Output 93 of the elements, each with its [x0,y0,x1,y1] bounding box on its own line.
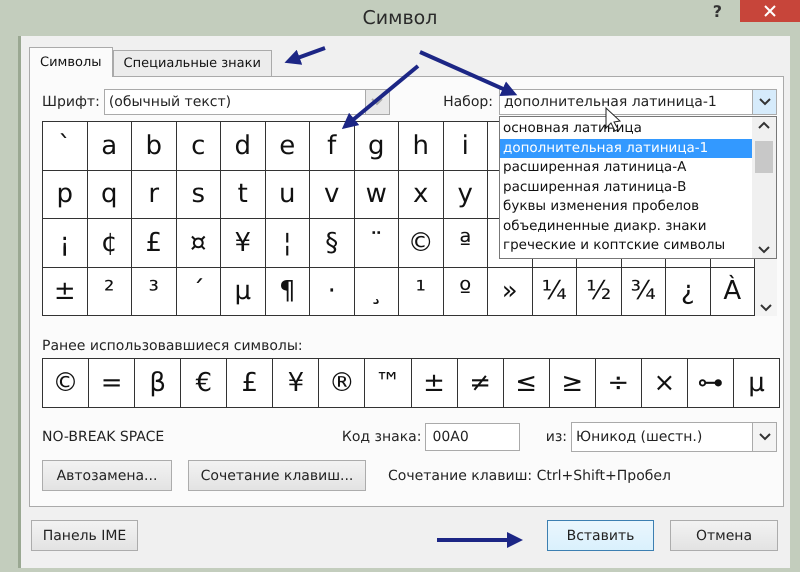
cancel-button[interactable]: Отмена [670,520,778,551]
symbol-cell[interactable]: ® [319,359,366,407]
tab[interactable]: Символы [29,47,113,77]
symbol-cell[interactable]: § [310,219,354,268]
help-button[interactable]: ? [712,2,722,21]
symbol-cell[interactable]: w [354,170,399,219]
from-combo[interactable]: Юникод (шестн.) [571,422,777,452]
symbol-cell[interactable]: ⊶ [688,359,734,407]
symbol-cell[interactable]: a [88,122,132,170]
symbol-cell[interactable]: ª [444,219,488,268]
symbol-cell[interactable]: © [43,359,90,407]
dropdown-button[interactable] [752,90,776,114]
symbol-cell[interactable]: ± [412,359,458,407]
symbol-cell[interactable]: £ [132,219,176,268]
list-option[interactable]: расширенная латиница-B [500,178,752,197]
tab[interactable]: Специальные знаки [112,50,272,76]
symbol-cell[interactable]: ÷ [596,359,642,407]
symbol-cell[interactable]: β [135,359,182,407]
shortcut-text: Сочетание клавиш: Ctrl+Shift+Пробел [388,468,671,484]
symbol-cell[interactable]: d [221,122,266,170]
symbol-cell[interactable]: ¼ [532,268,577,316]
symbol-cell[interactable]: ≥ [550,359,596,407]
shortcut-button[interactable]: Сочетание клавиш... [188,460,366,491]
symbol-cell[interactable]: ± [43,268,88,316]
window-title: Символ [362,7,438,29]
symbol-cell[interactable]: ≠ [458,359,504,407]
from-label: из: [546,429,567,445]
symbol-cell[interactable]: i [444,122,488,170]
symbol-cell[interactable]: ² [88,268,132,316]
symbol-cell[interactable]: ™ [365,359,412,407]
annotation-arrow [284,46,326,65]
list-option[interactable]: расширенная латиница-A [500,158,752,178]
symbol-cell[interactable]: ´ [176,268,221,316]
symbol-cell[interactable]: » [488,268,532,316]
close-icon [764,5,776,17]
font-combo[interactable]: (обычный текст) [104,89,390,115]
symbol-cell[interactable]: ½ [577,268,622,316]
symbol-cell[interactable]: q [88,170,132,219]
autocorrect-button[interactable]: Автозамена... [42,460,172,491]
ime-button[interactable]: Панель IME [31,520,138,551]
symbol-cell[interactable]: h [399,122,444,170]
symbol-cell[interactable]: ¤ [176,219,221,268]
symbol-cell[interactable]: ` [43,122,88,170]
symbol-cell[interactable]: € [181,359,228,407]
symbol-cell[interactable]: p [43,170,88,219]
symbol-cell[interactable]: · [310,268,354,316]
symbol-cell[interactable]: ¢ [88,219,132,268]
symbol-cell[interactable]: r [132,170,176,219]
chevron-up-icon [758,121,770,129]
symbol-cell[interactable]: ¿ [666,268,710,316]
symbol-cell[interactable]: À [710,268,755,316]
symbol-cell[interactable]: y [444,170,488,219]
symbol-cell[interactable]: g [354,122,399,170]
code-label: Код знака: [342,429,422,445]
close-button[interactable] [740,0,800,22]
symbol-cell[interactable]: ¶ [266,268,310,316]
symbol-cell[interactable]: ¥ [273,359,320,407]
list-option[interactable]: объединенные диакр. знаки [500,216,752,236]
subset-label: Набор: [443,94,493,110]
symbol-cell[interactable]: ≤ [504,359,550,407]
symbol-cell[interactable]: © [399,219,444,268]
dropdown-button[interactable] [752,423,776,451]
symbol-cell[interactable]: ¸ [354,268,399,316]
symbol-cell[interactable]: £ [227,359,274,407]
symbol-cell[interactable]: ¡ [43,219,88,268]
symbol-cell[interactable]: x [399,170,444,219]
symbol-cell[interactable]: ¥ [221,219,266,268]
symbol-cell[interactable]: b [132,122,176,170]
character-name: NO-BREAK SPACE [42,429,166,445]
insert-button[interactable]: Вставить [547,520,654,551]
symbol-cell[interactable]: º [444,268,488,316]
symbol-cell[interactable]: = [89,359,136,407]
symbol-cell[interactable]: ¨ [354,219,399,268]
symbol-cell[interactable]: µ [221,268,266,316]
symbol-cell[interactable]: ¦ [266,219,310,268]
symbol-cell[interactable]: ¹ [399,268,444,316]
scrollbar[interactable] [752,117,776,258]
symbol-cell[interactable]: ³ [132,268,176,316]
symbol-cell[interactable]: e [266,122,310,170]
list-option[interactable]: греческие и коптские символы [500,236,752,256]
symbol-cell[interactable]: c [176,122,221,170]
symbol-cell[interactable]: × [642,359,688,407]
symbol-cell[interactable]: µ [734,359,780,407]
recent-label: Ранее использовавшиеся символы: [42,338,304,354]
symbol-cell[interactable]: v [310,170,354,219]
font-label: Шрифт: [42,94,100,110]
symbol-cell[interactable]: t [221,170,266,219]
list-option[interactable]: буквы изменения пробелов [500,197,752,216]
symbol-cell[interactable]: s [176,170,221,219]
symbol-cell[interactable]: ¾ [622,268,666,316]
symbol-cell[interactable]: f [310,122,354,170]
code-field[interactable]: 00A0 [425,423,520,451]
symbol-cell[interactable]: u [266,170,310,219]
